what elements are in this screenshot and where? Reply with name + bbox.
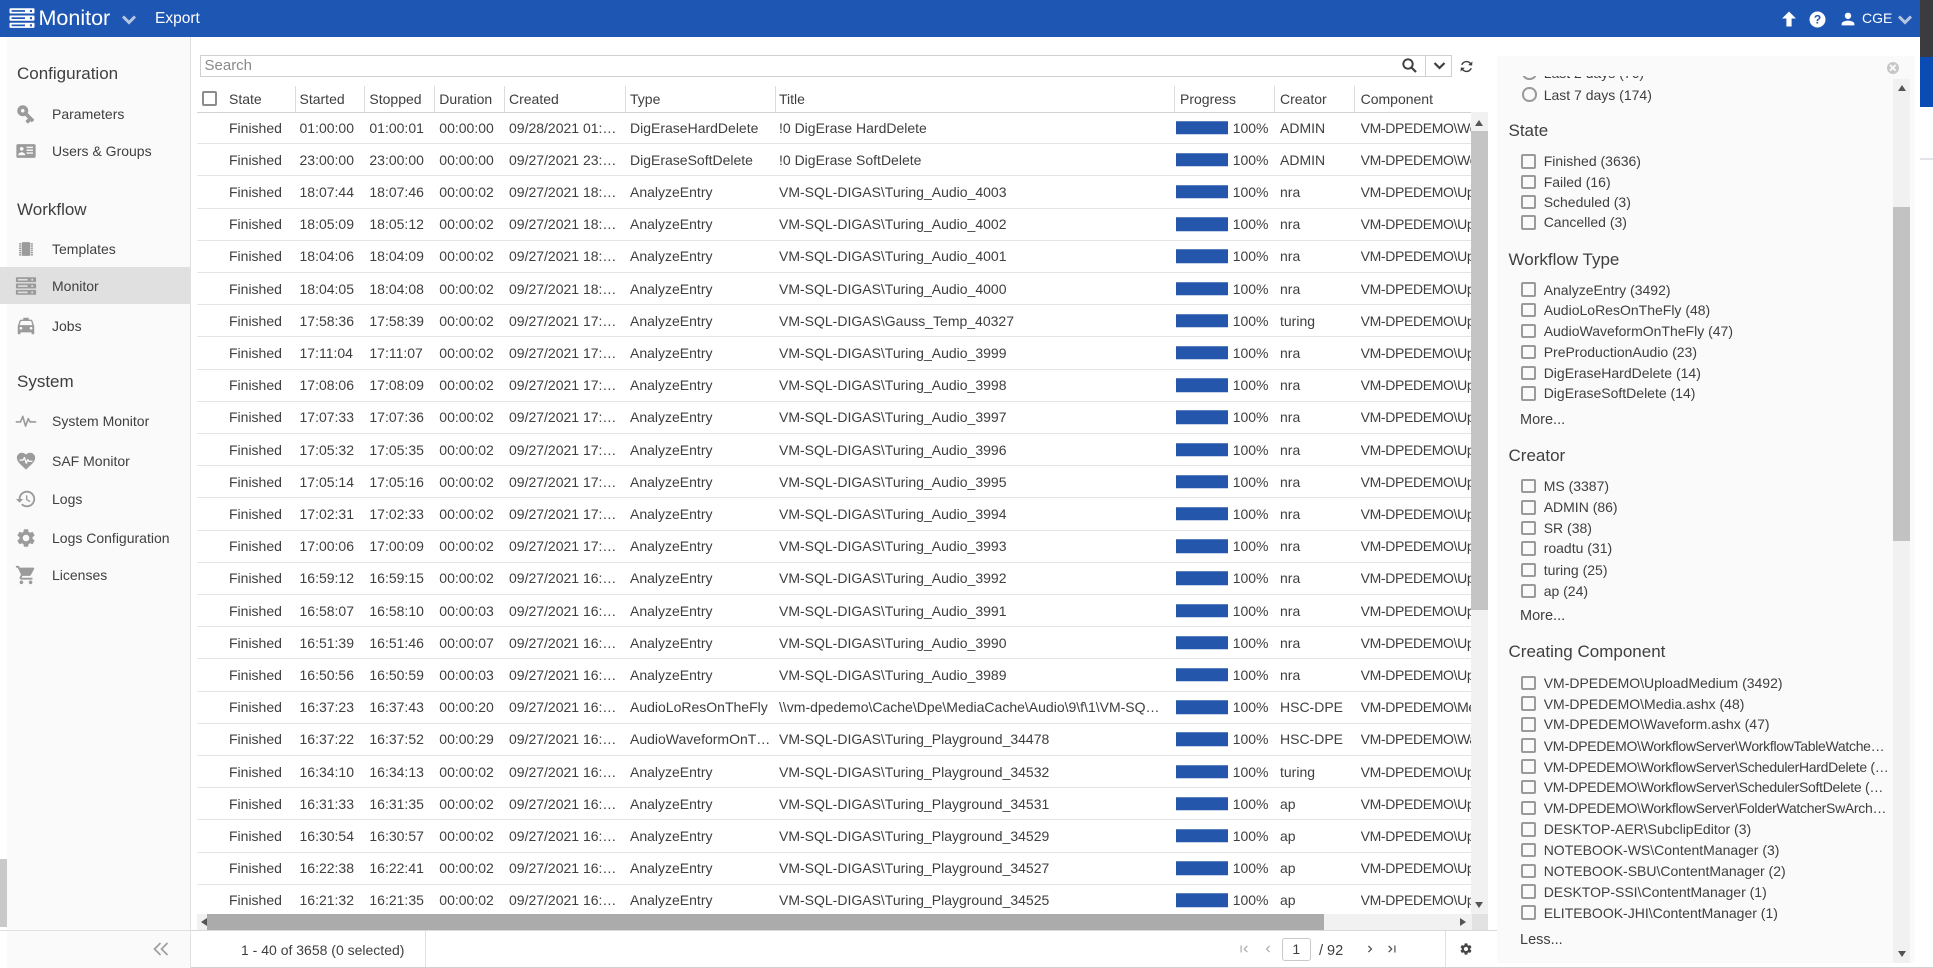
svg-text:?: ? xyxy=(1814,13,1821,27)
